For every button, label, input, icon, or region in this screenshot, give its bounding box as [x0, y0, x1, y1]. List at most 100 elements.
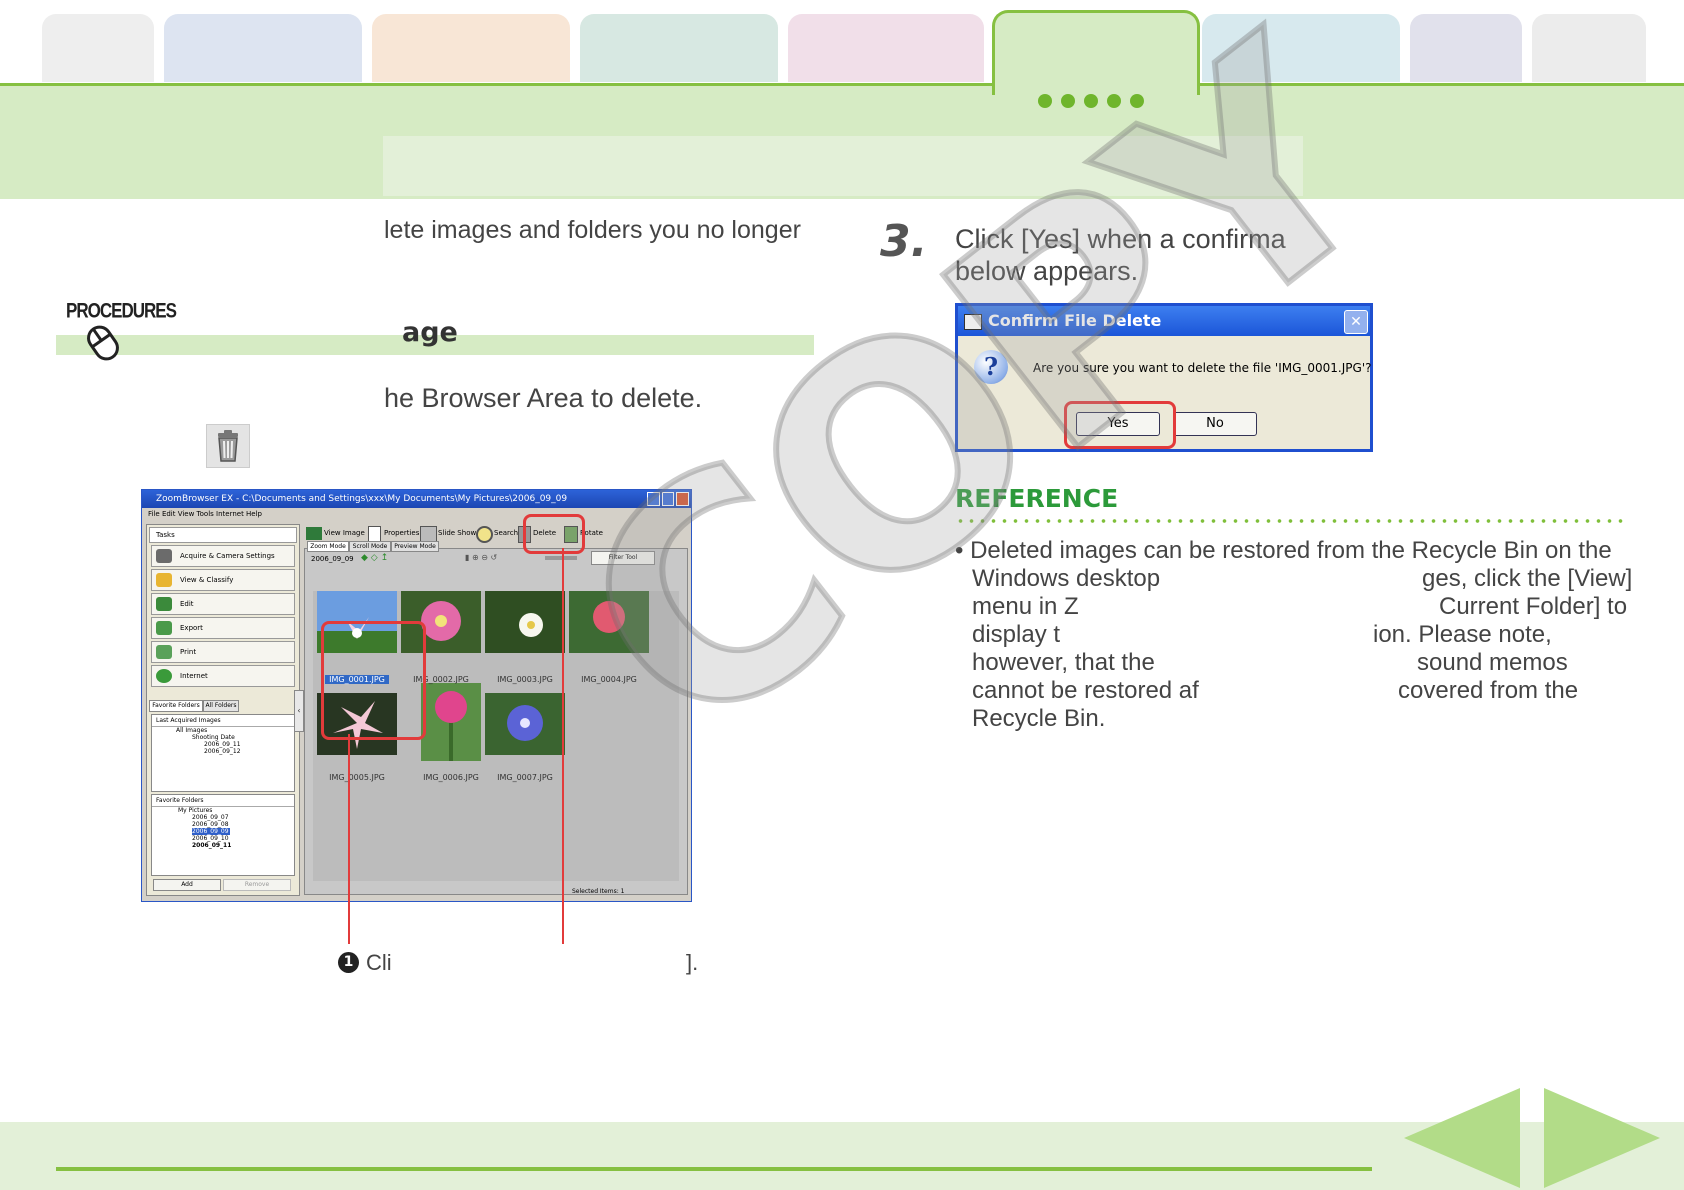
tab-1[interactable]	[42, 14, 154, 82]
thumbnail-label: IMG_0005.JPG	[329, 773, 385, 782]
callout-line-1	[348, 734, 350, 944]
callout-delete	[523, 514, 585, 554]
reference-line: sound memos	[1417, 649, 1568, 676]
footer-line	[56, 1167, 1372, 1171]
reference-dotted-rule	[955, 519, 1629, 523]
reference-line: Current Folder] to	[1439, 593, 1628, 620]
tree-item[interactable]: 2006_09_11	[152, 741, 294, 748]
tab-scroll-mode[interactable]: Scroll Mode	[349, 541, 391, 552]
reference-line: ion. Please note,	[1373, 621, 1552, 648]
side-btn-print[interactable]: Print	[151, 641, 295, 663]
collapse-handle[interactable]: ‹	[294, 690, 304, 732]
folder-label: 2006_09_09	[311, 555, 354, 563]
reference-line: • Deleted images can be restored from th…	[955, 537, 1612, 564]
side-btn-label: Edit	[180, 600, 194, 608]
tab-all-folders[interactable]: All Folders	[203, 700, 239, 712]
side-btn-label: Export	[180, 624, 203, 632]
thumbnail[interactable]	[485, 591, 565, 653]
tab-2[interactable]	[164, 14, 362, 82]
toolbar-view-image[interactable]: View Image	[324, 529, 365, 537]
tree-item[interactable]: My Pictures	[152, 807, 294, 814]
tree-item[interactable]: 2006_09_10	[152, 835, 294, 842]
question-icon: ?	[974, 350, 1008, 384]
add-button[interactable]: Add	[153, 879, 221, 891]
next-arrow-icon[interactable]	[1542, 1088, 1660, 1188]
tree-item[interactable]: 2006_09_07	[152, 814, 294, 821]
toolbar-slide-show[interactable]: Slide Show	[438, 529, 476, 537]
maximize-button[interactable]	[661, 492, 675, 506]
zb-menubar[interactable]: File Edit View Tools Internet Help	[142, 508, 691, 521]
zb-sidebar: Tasks Acquire & Camera Settings View & C…	[146, 524, 300, 896]
side-btn-internet[interactable]: Internet	[151, 665, 295, 687]
export-icon	[156, 621, 172, 635]
side-btn-acquire[interactable]: Acquire & Camera Settings	[151, 545, 295, 567]
intro-text: lete images and folders you no longer	[384, 216, 801, 244]
tab-favorite-folders[interactable]: Favorite Folders	[149, 700, 203, 712]
side-btn-label: Acquire & Camera Settings	[180, 552, 275, 560]
close-icon[interactable]: ✕	[1344, 310, 1368, 334]
page-dot	[1038, 94, 1052, 108]
zb-window-buttons	[647, 492, 690, 506]
zoom-tools[interactable]: ▮ ⊕ ⊖ ↺	[465, 553, 545, 563]
reference-heading: REFERENCE	[955, 484, 1119, 513]
tab-4[interactable]	[580, 14, 778, 82]
step3-line2: below appears.	[955, 256, 1139, 286]
side-btn-label: Internet	[180, 672, 208, 680]
thumbnail[interactable]	[485, 693, 565, 755]
filter-tool-button[interactable]: Filter Tool	[591, 551, 655, 565]
caption-text-end: ].	[686, 950, 699, 975]
close-button[interactable]	[676, 492, 690, 506]
side-btn-view[interactable]: View & Classify	[151, 569, 295, 591]
camera-icon	[156, 549, 172, 563]
tab-7[interactable]	[1202, 14, 1400, 82]
search-icon[interactable]	[476, 526, 493, 543]
side-btn-edit[interactable]: Edit	[151, 593, 295, 615]
page-dot	[1084, 94, 1098, 108]
side-btn-export[interactable]: Export	[151, 617, 295, 639]
caption-text-start: Cli	[366, 950, 392, 975]
dialog-titlebar: Confirm File Delete	[958, 306, 1370, 336]
tree-item[interactable]: Shooting Date	[152, 734, 294, 741]
zb-statusbar: Selected Items: 1	[572, 888, 625, 895]
reference-line: Windows desktop	[972, 565, 1161, 592]
remove-button[interactable]: Remove	[223, 879, 291, 891]
callout-line-2	[562, 548, 564, 944]
tab-zoom-mode[interactable]: Zoom Mode	[307, 541, 349, 552]
callout-yes	[1064, 401, 1176, 449]
callout-number-badge: 1	[338, 952, 359, 973]
zoom-slider[interactable]	[545, 556, 577, 560]
tree-item[interactable]: 2006_09_08	[152, 821, 294, 828]
tree-item[interactable]: 2006_09_12	[152, 748, 294, 755]
last-acquired-label: Last Acquired Images	[152, 715, 294, 727]
tab-8[interactable]	[1410, 14, 1522, 82]
tree-item[interactable]: 2006_09_11	[152, 842, 294, 849]
reference-line: ges, click the [View]	[1422, 565, 1633, 592]
view-image-icon[interactable]	[306, 527, 322, 540]
reference-line: menu in Z	[972, 593, 1079, 620]
procedure-heading: age	[402, 317, 458, 348]
nav-arrows[interactable]: ◆ ◇ ↥	[361, 553, 407, 563]
prev-arrow-icon[interactable]	[1404, 1088, 1522, 1188]
reference-line: cannot be restored af	[972, 677, 1199, 704]
reference-line: however, that the	[972, 649, 1155, 676]
tree-item-selected[interactable]: 2006_09_09	[192, 828, 230, 835]
thumbnail[interactable]	[569, 591, 649, 653]
side-btn-label: Print	[180, 648, 197, 656]
tab-preview-mode[interactable]: Preview Mode	[391, 541, 439, 552]
favorite-folders-panel: Favorite Folders My Pictures 2006_09_07 …	[151, 794, 295, 876]
tab-5[interactable]	[788, 14, 984, 82]
tab-active[interactable]	[992, 10, 1200, 95]
tree-item[interactable]: All Images	[152, 727, 294, 734]
toolbar-search[interactable]: Search	[494, 529, 518, 537]
globe-icon	[156, 669, 172, 683]
toolbar-properties[interactable]: Properties	[384, 529, 419, 537]
step-text: he Browser Area to delete.	[384, 383, 703, 413]
thumbnail-label: IMG_0007.JPG	[497, 773, 553, 782]
minimize-button[interactable]	[647, 492, 660, 506]
folder-icon	[156, 573, 172, 587]
thumbnail[interactable]	[421, 683, 481, 761]
tab-3[interactable]	[372, 14, 570, 82]
page-dots	[1038, 94, 1144, 108]
tab-9[interactable]	[1532, 14, 1646, 82]
no-button[interactable]: No	[1173, 412, 1257, 436]
